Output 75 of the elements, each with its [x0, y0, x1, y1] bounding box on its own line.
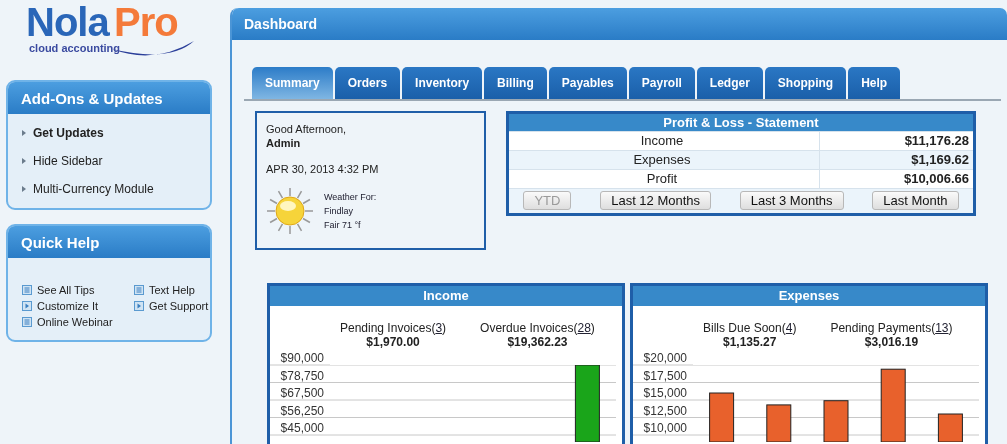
panel-title: Add-Ons & Updates	[8, 82, 210, 114]
axis-label: $90,000	[280, 351, 324, 365]
summary-amount: $19,362.23	[507, 335, 568, 349]
summary-label: Bills Due Soon(	[703, 321, 786, 335]
table-cell-text: Income	[639, 132, 685, 150]
axis-label: $20,000	[643, 351, 687, 365]
axis-label: $17,500	[643, 368, 687, 383]
chart-bar	[766, 404, 792, 442]
chevron-icon	[22, 186, 26, 192]
period-button[interactable]: Last 3 Months	[739, 191, 844, 210]
weather-city: Findlay	[324, 206, 354, 216]
table-title: Profit & Loss - Statement	[509, 114, 973, 131]
period-button[interactable]: Last Month	[872, 191, 959, 210]
axis-label: $67,500	[280, 386, 324, 400]
axis-label: $12,500	[643, 403, 687, 418]
summary-label: )	[590, 321, 595, 335]
chevron-icon	[22, 158, 26, 164]
count-link[interactable]: 3	[435, 321, 443, 335]
weather-label: Weather For:	[324, 192, 377, 202]
panel-title: Income	[270, 286, 622, 306]
summary-label: )	[948, 321, 953, 335]
tab[interactable]: Payables	[548, 67, 627, 99]
tab[interactable]: Inventory	[402, 67, 483, 99]
summary-amount: $3,016.19	[864, 335, 919, 349]
tab[interactable]: Billing	[484, 67, 547, 99]
tab[interactable]: Shopping	[764, 67, 847, 99]
date-time: APR 30, 2013 4:32 PM	[266, 163, 380, 175]
summary-amount: $1,970.00	[366, 335, 420, 349]
count-link[interactable]: 28	[577, 321, 591, 335]
sun-icon	[266, 187, 314, 235]
user-name: Admin	[266, 137, 302, 149]
axis-label: $10,000	[643, 421, 687, 435]
summary-label: )	[792, 321, 797, 335]
page-title: Dashboard	[232, 8, 1007, 40]
help-link[interactable]: Customize It	[22, 300, 134, 312]
table-cell-text: Profit	[645, 170, 679, 188]
summary-amount: $1,135.27	[723, 335, 777, 349]
help-link[interactable]: Online Webinar	[22, 316, 134, 328]
help-link[interactable]: See All Tips	[22, 284, 134, 296]
axis-label: $45,000	[280, 421, 324, 435]
sidebar-link[interactable]: Multi-Currency Module	[22, 182, 198, 196]
summary-label: Pending Payments(	[830, 321, 936, 335]
axis-label: $78,750	[280, 368, 324, 383]
document-icon	[22, 317, 32, 327]
sidebar-link[interactable]: Hide Sidebar	[22, 154, 198, 168]
summary-label: Pending Invoices(	[340, 321, 436, 335]
axis-label: $56,250	[280, 403, 324, 418]
help-link[interactable]: Text Help	[134, 284, 209, 296]
axis-label: $15,000	[643, 386, 687, 400]
help-link[interactable]: Get Support	[134, 300, 209, 312]
document-icon	[134, 285, 144, 295]
chart-bar	[709, 392, 735, 442]
tab[interactable]: Payroll	[628, 67, 695, 99]
tab[interactable]: Help	[848, 67, 901, 99]
logo-tagline: cloud accounting	[29, 42, 121, 54]
count-link[interactable]: 13	[935, 321, 949, 335]
greeting-text: Good Afternoon,	[266, 123, 348, 135]
chart-bar	[823, 400, 849, 442]
period-button[interactable]: Last 12 Months	[600, 191, 712, 210]
weather-conditions: Fair 71 °f	[324, 220, 362, 230]
table-cell-text: Expenses	[632, 151, 692, 169]
panel-title: Quick Help	[8, 226, 210, 258]
chart-bar	[937, 413, 963, 442]
sidebar-link[interactable]: Get Updates	[22, 126, 198, 140]
logo-text: Pro	[114, 4, 178, 40]
chevron-icon	[22, 130, 26, 136]
logo-text: Nola	[26, 4, 109, 40]
panel-title: Expenses	[633, 286, 985, 306]
tab[interactable]: Orders	[334, 67, 401, 99]
video-icon	[134, 301, 144, 311]
video-icon	[22, 301, 32, 311]
summary-label: )	[442, 321, 447, 335]
document-icon	[22, 285, 32, 295]
tab[interactable]: Ledger	[696, 67, 763, 99]
summary-label: Overdue Invoices(	[480, 321, 578, 335]
